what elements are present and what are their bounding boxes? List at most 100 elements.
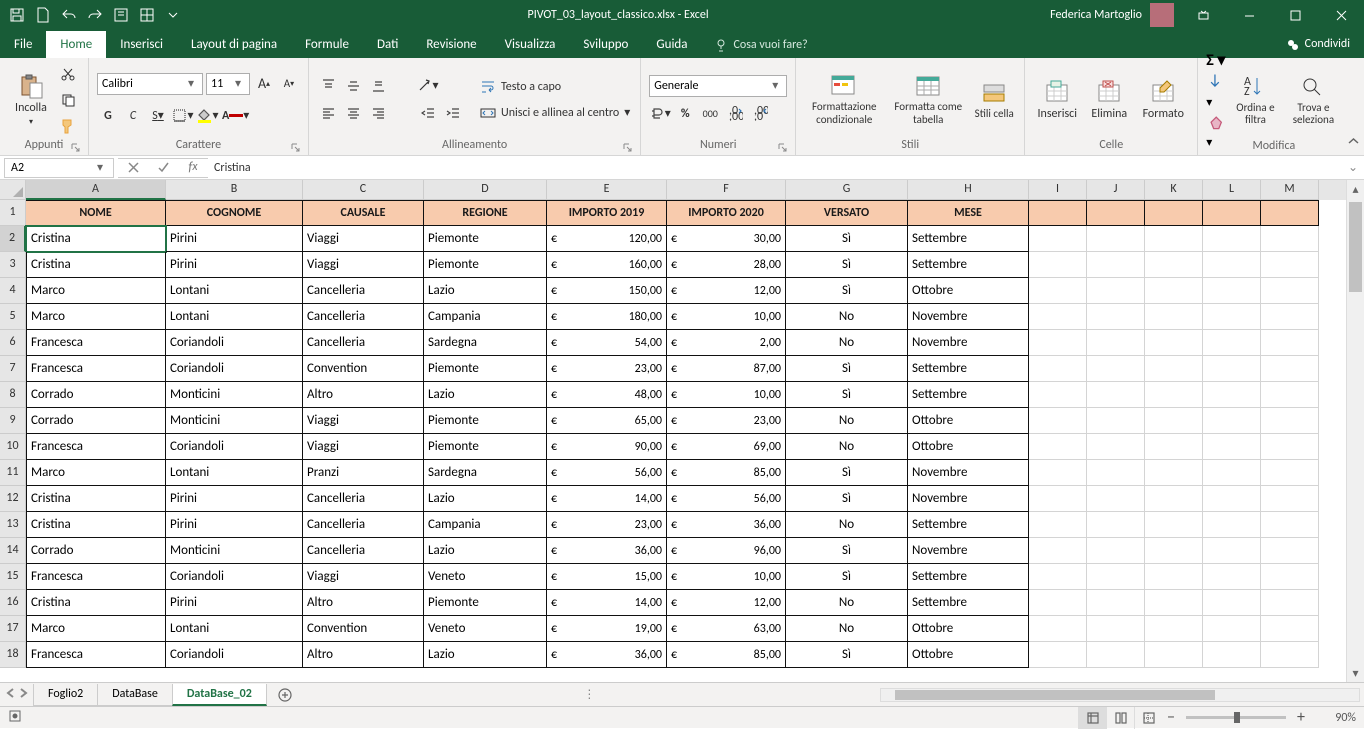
cell[interactable]: Viaggi [303,252,424,278]
cell[interactable] [1261,616,1319,642]
cell[interactable]: Novembre [908,304,1029,330]
cell[interactable]: Ottobre [908,616,1029,642]
cell[interactable]: Settembre [908,590,1029,616]
cell[interactable]: Sì [786,642,908,668]
redo-icon[interactable] [82,1,108,29]
cell[interactable] [1261,512,1319,538]
user-area[interactable]: Federica Martoglio [1050,3,1180,27]
cell[interactable]: €36,00 [547,642,667,668]
find-select-button[interactable]: Trova e seleziona [1285,64,1341,136]
cell[interactable]: Francesca [26,642,166,668]
cell[interactable]: Settembre [908,226,1029,252]
cell[interactable]: NOME [26,200,166,226]
cell[interactable]: Ottobre [908,434,1029,460]
hscroll-thumb[interactable] [895,690,1215,700]
cell[interactable] [1261,590,1319,616]
col-header-L[interactable]: L [1203,180,1261,200]
row-header[interactable]: 3 [0,252,26,278]
name-box[interactable]: A2▾ [4,158,114,178]
cell[interactable] [1029,252,1087,278]
new-icon[interactable] [30,1,56,29]
cancel-formula-icon[interactable] [118,161,148,174]
cell[interactable]: Coriandoli [166,564,303,590]
cell[interactable]: €65,00 [547,408,667,434]
cell[interactable]: Francesca [26,434,166,460]
tab-layout-di-pagina[interactable]: Layout di pagina [177,31,291,58]
cell[interactable]: REGIONE [424,200,547,226]
cell[interactable] [1029,616,1087,642]
cell[interactable]: Ottobre [908,278,1029,304]
align-top-icon[interactable] [317,75,339,97]
cell[interactable] [1029,356,1087,382]
cell[interactable]: Lontani [166,616,303,642]
cell[interactable]: €23,00 [547,512,667,538]
col-header-E[interactable]: E [547,180,667,200]
cell[interactable] [1261,278,1319,304]
col-header-K[interactable]: K [1145,180,1203,200]
row-header[interactable]: 1 [0,200,26,226]
cell[interactable] [1203,304,1261,330]
cell[interactable]: Viaggi [303,434,424,460]
cell[interactable]: Pirini [166,590,303,616]
font-name-select[interactable]: Calibri▾ [97,73,203,95]
cell[interactable]: Novembre [908,538,1029,564]
cell[interactable]: Altro [303,642,424,668]
cell[interactable]: Francesca [26,330,166,356]
alignment-dialog-icon[interactable] [620,140,634,154]
vertical-scrollbar[interactable]: ▴ ▾ [1346,180,1364,682]
cell[interactable] [1145,460,1203,486]
cell[interactable] [1261,200,1319,226]
row-header[interactable]: 8 [0,382,26,408]
undo-icon[interactable] [56,1,82,29]
cell[interactable]: Marco [26,278,166,304]
cell[interactable] [1029,408,1087,434]
horizontal-scrollbar[interactable] [880,688,1360,702]
cell[interactable] [1203,590,1261,616]
cell[interactable]: Piemonte [424,408,547,434]
cell[interactable]: Cancelleria [303,278,424,304]
cell[interactable]: Sardegna [424,330,547,356]
cell[interactable]: Pirini [166,512,303,538]
cell[interactable]: Viaggi [303,564,424,590]
increase-indent-icon[interactable] [442,103,464,125]
vscroll-thumb[interactable] [1349,202,1362,292]
cell[interactable] [1029,590,1087,616]
cell[interactable]: MESE [908,200,1029,226]
scroll-up-icon[interactable]: ▴ [1347,180,1364,198]
page-break-view-icon[interactable] [1134,707,1162,729]
tab-revisione[interactable]: Revisione [412,31,490,58]
cell[interactable] [1261,564,1319,590]
close-icon[interactable] [1318,0,1364,30]
cell[interactable]: No [786,408,908,434]
cell[interactable]: Sì [786,226,908,252]
cell[interactable]: Sì [786,356,908,382]
cell[interactable]: €63,00 [667,616,786,642]
cell[interactable]: Altro [303,590,424,616]
cell[interactable]: Campania [424,512,547,538]
cell[interactable]: €150,00 [547,278,667,304]
underline-button[interactable]: S ▾ [147,105,169,127]
save-icon[interactable] [4,1,30,29]
cell[interactable]: Veneto [424,564,547,590]
cut-icon[interactable] [56,62,80,86]
increase-decimal-icon[interactable]: ,0,00 [724,103,746,125]
delete-cells-button[interactable]: Elimina [1085,64,1133,136]
cell[interactable]: Sì [786,252,908,278]
cell[interactable]: Novembre [908,486,1029,512]
cell[interactable]: Cancelleria [303,538,424,564]
cell-styles-button[interactable]: Stili cella [972,64,1016,136]
tell-me[interactable]: Cosa vuoi fare? [702,32,820,58]
copy-icon[interactable] [56,88,80,112]
cell[interactable] [1203,538,1261,564]
cell[interactable] [1203,408,1261,434]
cell[interactable] [1087,200,1145,226]
column-headers[interactable]: ABCDEFGHIJKLM [0,180,1346,200]
cell[interactable]: Campania [424,304,547,330]
cell[interactable]: Cancelleria [303,486,424,512]
cell[interactable]: Francesca [26,356,166,382]
insert-function-icon[interactable]: fx [178,160,208,175]
cell[interactable]: Sì [786,460,908,486]
cell[interactable]: Viaggi [303,226,424,252]
enter-formula-icon[interactable] [148,161,178,174]
cell[interactable]: Settembre [908,512,1029,538]
